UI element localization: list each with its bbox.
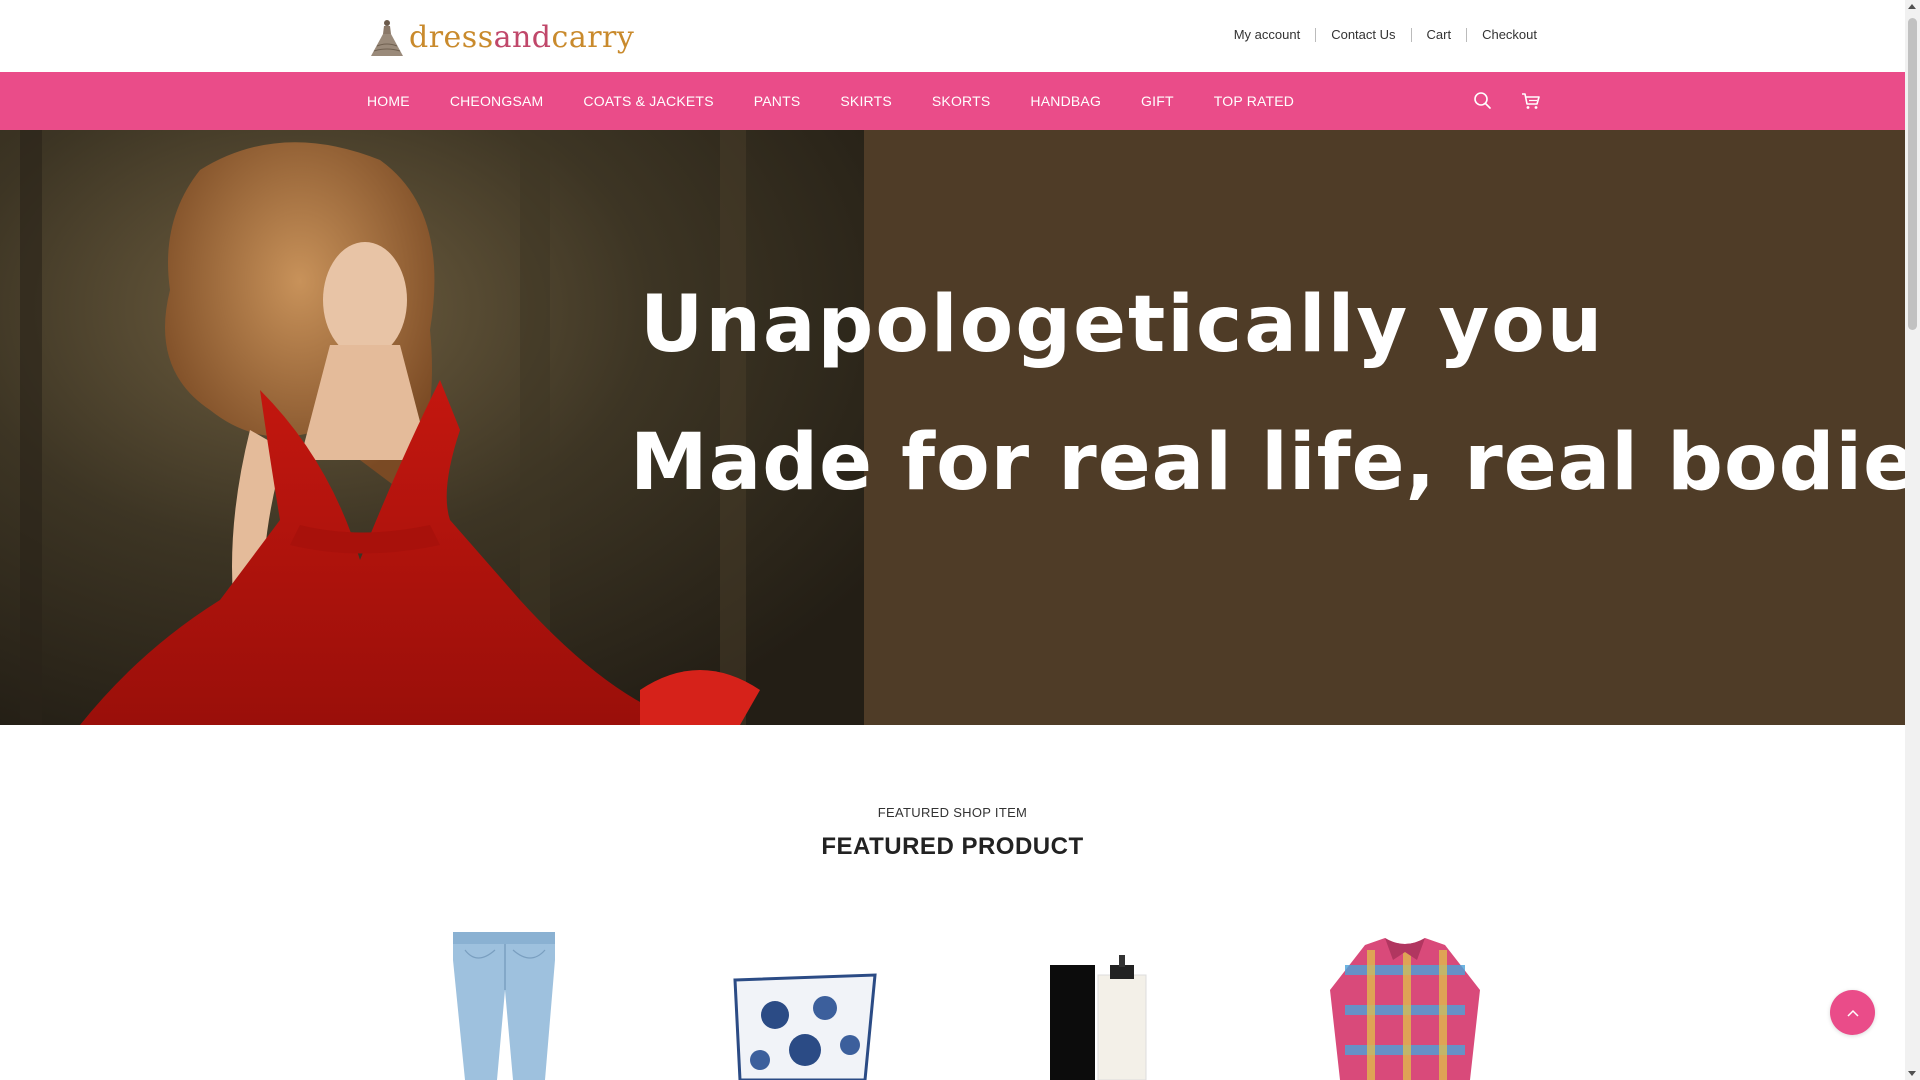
nav-item-pants[interactable]: PANTS [754,93,801,109]
contact-us-link[interactable]: Contact Us [1315,28,1410,42]
product-card-scarf[interactable] [705,920,905,1080]
hero-banner[interactable]: Unapologetically you Made for real life,… [0,130,1905,725]
cart-link[interactable]: Cart [1410,28,1467,42]
search-icon[interactable] [1471,89,1495,113]
product-grid [0,920,1905,1080]
nav-item-gift[interactable]: GIFT [1141,93,1174,109]
featured-title: FEATURED PRODUCT [821,833,1084,860]
product-card-plaid-shirt[interactable] [1305,920,1505,1080]
logo-text-and: and [493,20,552,55]
scarf-image [733,973,877,1080]
nav-item-top-rated[interactable]: TOP RATED [1214,93,1294,109]
logo-text-carry: carry [551,20,635,55]
nav-item-skirts[interactable]: SKIRTS [840,93,892,109]
top-links: My account Contact Us Cart Checkout [1219,28,1537,42]
hero-subheadline: Made for real life, real bodies [630,418,1905,508]
cart-icon[interactable] [1519,89,1543,113]
product-card-jeans[interactable] [405,920,605,1080]
checkout-link[interactable]: Checkout [1466,28,1537,42]
logo-text-dress: dress [409,20,494,55]
nav-item-skorts[interactable]: SKORTS [932,93,991,109]
hero-headline: Unapologetically you [640,280,1605,370]
site-logo[interactable]: dressandcarry [367,16,634,58]
scroll-down-arrow-icon[interactable] [1908,1071,1916,1076]
logo-text: dressandcarry [409,18,634,58]
page-scrollbar[interactable] [1905,0,1920,1080]
featured-subtitle: FEATURED SHOP ITEM [877,805,1028,820]
back-to-top-button[interactable] [1830,990,1875,1035]
top-bar: dressandcarry My account Contact Us Cart… [0,0,1905,72]
nav-icons [1447,89,1543,113]
scroll-up-arrow-icon[interactable] [1908,4,1916,9]
jeans-image [453,932,555,1080]
product-card-cosmetics[interactable] [1005,920,1205,1080]
scrollbar-thumb[interactable] [1908,18,1917,330]
nav-item-handbag[interactable]: HANDBAG [1030,93,1101,109]
nav-item-coats-jackets[interactable]: COATS & JACKETS [583,93,713,109]
dress-logo-icon [371,20,403,56]
cosmetics-image [1050,955,1147,1080]
my-account-link[interactable]: My account [1219,28,1315,42]
plaid-shirt-image [1330,938,1480,1080]
main-nav: HOME CHEONGSAM COATS & JACKETS PANTS SKI… [0,72,1905,130]
nav-menu: HOME CHEONGSAM COATS & JACKETS PANTS SKI… [367,72,1334,130]
chevron-up-icon [1846,1009,1859,1017]
nav-item-home[interactable]: HOME [367,93,410,109]
nav-item-cheongsam[interactable]: CHEONGSAM [450,93,544,109]
